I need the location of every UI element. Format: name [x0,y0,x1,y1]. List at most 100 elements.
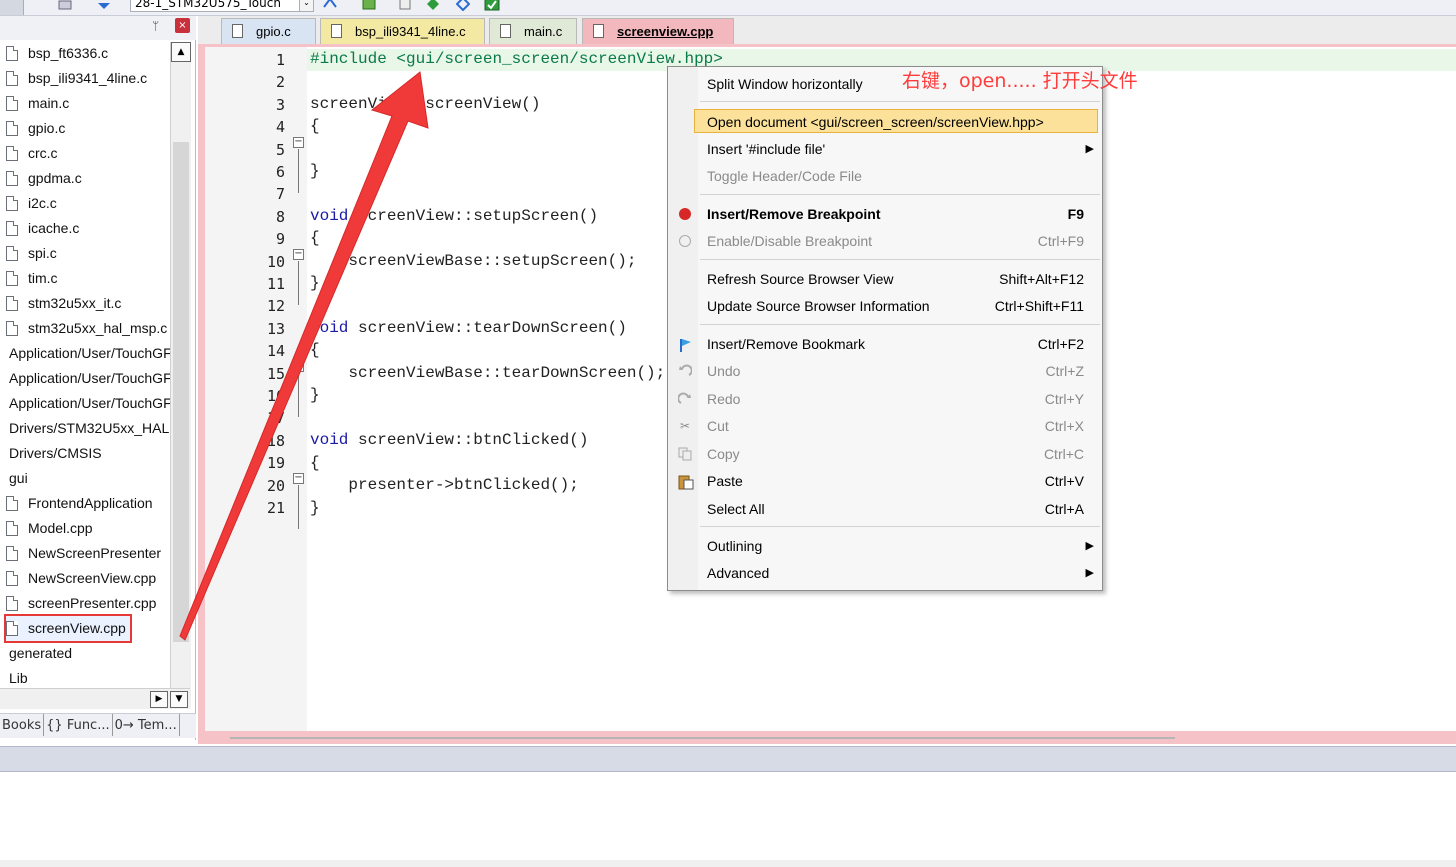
tree-file-item[interactable]: main.c [6,91,69,116]
scroll-down-icon[interactable]: ▼ [170,691,188,708]
tab-screenview[interactable]: screenview.cpp [582,18,734,44]
diamond-green-icon[interactable] [426,0,440,11]
fold-collapse-icon[interactable]: − [293,249,304,260]
tree-file-item[interactable]: tim.c [6,266,58,291]
fold-line [298,373,299,417]
menu-outlining[interactable]: Outlining ▶ [668,534,1102,558]
close-icon[interactable]: × [175,18,190,33]
breakpoint-icon [678,207,692,221]
tree-file-item[interactable]: icache.c [6,216,79,241]
menu-bookmark[interactable]: Insert/Remove Bookmark Ctrl+F2 [668,332,1102,356]
fold-line [298,261,299,305]
menu-cut[interactable]: ✂ Cut Ctrl+X [668,414,1102,438]
menu-refresh-browser[interactable]: Refresh Source Browser View Shift+Alt+F1… [668,267,1102,291]
tab-books[interactable]: Books [0,714,45,736]
tree-file-item[interactable]: screenView.cpp [4,614,132,643]
horizontal-scroll-track[interactable] [230,737,1175,739]
menu-advanced[interactable]: Advanced ▶ [668,561,1102,585]
file-icon [6,321,18,336]
menu-label: Insert/Remove Breakpoint [707,206,881,222]
pin-icon[interactable]: ᛘ [152,19,159,33]
menu-label: Advanced [707,565,770,581]
menu-select-all[interactable]: Select All Ctrl+A [668,497,1102,521]
menu-open-document[interactable]: Open document <gui/screen_screen/screenV… [694,109,1098,133]
tree-group-item[interactable]: Application/User/TouchGFX [9,366,170,391]
paste-icon [678,474,694,490]
fold-line [298,149,299,193]
manage-icon[interactable] [362,0,376,11]
fold-collapse-icon[interactable]: − [293,137,304,148]
tree-file-item[interactable]: stm32u5xx_it.c [6,291,121,316]
tree-file-item[interactable]: FrontendApplication [6,491,153,516]
target-select[interactable]: 28-1_STM32U575_Touch ⌄ [130,0,314,12]
tree-file-item[interactable]: Model.cpp [6,516,93,541]
tree-file-item[interactable]: bsp_ili9341_4line.c [6,66,147,91]
tab-bsp-ili9341[interactable]: bsp_ili9341_4line.c [320,18,485,44]
fold-line [298,485,299,529]
tab-main[interactable]: main.c [489,18,577,44]
begin-button[interactable]: 始 [0,0,24,15]
tree-file-item[interactable]: crc.c [6,141,58,166]
fold-collapse-icon[interactable]: − [293,361,304,372]
tree-group-item[interactable]: gui [9,466,28,491]
bookmark-flag-icon [678,337,692,352]
translate-icon[interactable] [96,0,110,11]
tree-group-item[interactable]: Application/User/TouchGFX [9,341,170,366]
fold-collapse-icon[interactable]: − [293,473,304,484]
tree-group-item[interactable]: Application/User/TouchGFX [9,391,170,416]
menu-copy[interactable]: Copy Ctrl+C [668,442,1102,466]
code-line-11: } [310,274,320,292]
line-number: 16 [266,387,285,405]
tab-functions[interactable]: {} Func... [44,714,113,736]
books-icon[interactable] [398,0,412,11]
scroll-right-icon[interactable]: ▶ [150,691,168,708]
tree-file-item[interactable]: bsp_ft6336.c [6,41,108,66]
scrollbar-thumb[interactable] [173,142,189,642]
tree-file-item[interactable]: NewScreenPresenter [6,541,161,566]
menu-paste[interactable]: Paste Ctrl+V [668,469,1102,493]
menu-update-browser[interactable]: Update Source Browser Information Ctrl+S… [668,294,1102,318]
tree-file-item[interactable]: gpdma.c [6,166,82,191]
scroll-up-icon[interactable]: ▲ [171,42,191,62]
tab-templates[interactable]: 0→ Tem... [113,714,180,736]
pack-installer-icon[interactable] [484,0,500,11]
tree-group-item[interactable]: Drivers/STM32U5xx_HAL [9,416,169,441]
tree-item-label: gpio.c [28,120,66,136]
tree-file-item[interactable]: i2c.c [6,191,57,216]
tree-file-item[interactable]: stm32u5xx_hal_msp.c [6,316,167,341]
tab-gpio[interactable]: gpio.c [221,18,316,44]
tree-item-label: stm32u5xx_hal_msp.c [28,320,168,336]
options-icon[interactable] [322,0,337,11]
menu-insert-include[interactable]: Insert '#include file' ▶ [668,137,1102,161]
file-icon [6,571,18,586]
annotation-text: 右键，open..... 打开头文件 [902,70,1138,92]
tree-file-item[interactable]: gpio.c [6,116,65,141]
diamond-blue-icon[interactable] [455,0,471,12]
build-output-pane [0,773,1456,867]
menu-insert-breakpoint[interactable]: Insert/Remove Breakpoint F9 [668,202,1102,226]
submenu-arrow-icon: ▶ [1085,540,1094,552]
tree-file-item[interactable]: screenPresenter.cpp [6,591,156,616]
code-line-13: void screenView::tearDownScreen() [310,319,627,337]
tree-group-item[interactable]: Drivers/CMSIS [9,441,102,466]
tree-item-label: gui [9,470,28,486]
menu-toggle-header[interactable]: Toggle Header/Code File [668,164,1102,188]
chevron-down-icon[interactable]: ⌄ [299,0,313,11]
menu-shortcut: Ctrl+Shift+F11 [994,298,1084,314]
tree-file-item[interactable]: NewScreenView.cpp [6,566,156,591]
tree-file-item[interactable]: spi.c [6,241,57,266]
menu-redo[interactable]: Redo Ctrl+Y [668,387,1102,411]
code-line-1: #include <gui/screen_screen/screenView.h… [310,50,723,68]
horizontal-scrollbar[interactable]: ▶ ▼ [0,688,190,709]
tree-item-label: Drivers/STM32U5xx_HAL [9,420,170,436]
file-icon [593,24,604,38]
menu-enable-breakpoint[interactable]: Enable/Disable Breakpoint Ctrl+F9 [668,229,1102,253]
code-preprocessor: #include [310,50,397,68]
tree-group-item[interactable]: generated [9,641,72,666]
file-icon [6,496,18,511]
menu-undo[interactable]: Undo Ctrl+Z [668,359,1102,383]
panel-header: ᛘ × [0,16,196,40]
line-number: 11 [266,275,285,293]
download-icon[interactable] [58,0,72,11]
vertical-scrollbar[interactable]: ▲ [170,42,191,708]
